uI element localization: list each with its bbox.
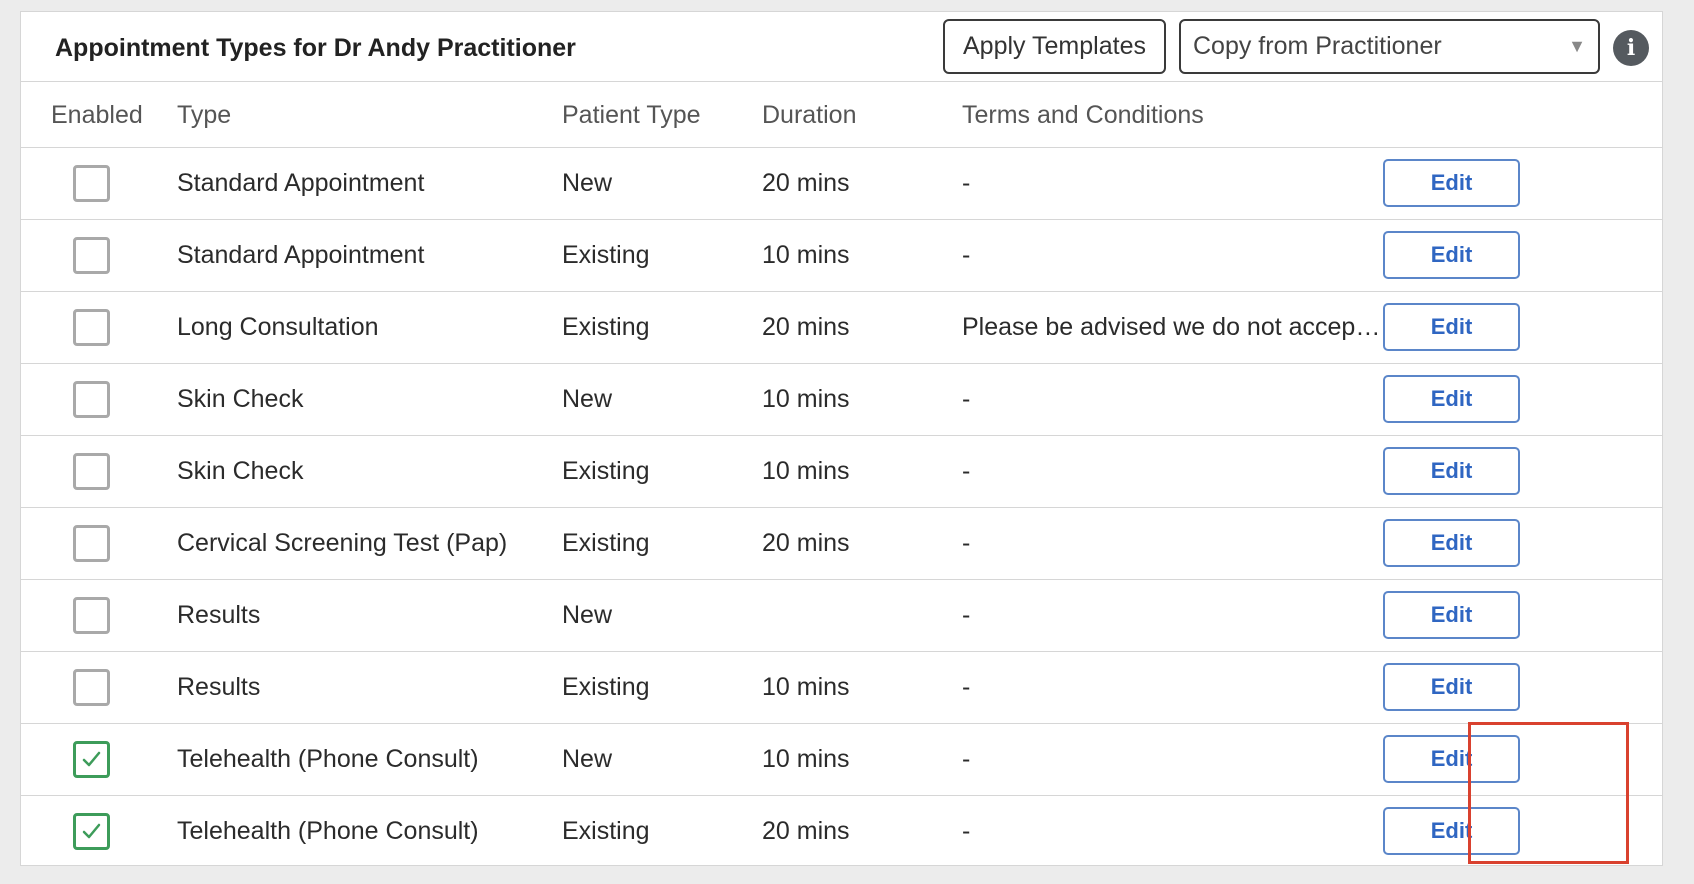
panel-header: Appointment Types for Dr Andy Practition… bbox=[21, 12, 1662, 82]
type-cell: Standard Appointment bbox=[177, 241, 425, 269]
apply-templates-button[interactable]: Apply Templates bbox=[943, 19, 1166, 74]
edit-button[interactable]: Edit bbox=[1383, 447, 1520, 495]
column-header-terms: Terms and Conditions bbox=[962, 101, 1204, 129]
edit-button[interactable]: Edit bbox=[1383, 519, 1520, 567]
column-header-duration: Duration bbox=[762, 101, 857, 129]
table-row: Standard Appointment Existing 10 mins - Edit bbox=[21, 220, 1662, 292]
table-row: Long Consultation Existing 20 mins Please b… bbox=[21, 292, 1662, 364]
duration-cell: 20 mins bbox=[762, 817, 850, 845]
patient-type-cell: Existing bbox=[562, 457, 650, 485]
patient-type-cell: New bbox=[562, 601, 613, 629]
patient-type-cell: Existing bbox=[562, 241, 650, 269]
enabled-checkbox[interactable] bbox=[73, 525, 110, 562]
table-row: Results Existing 10 mins - Edit bbox=[21, 652, 1662, 724]
enabled-checkbox[interactable] bbox=[73, 741, 110, 778]
duration-cell: 20 mins bbox=[762, 529, 850, 557]
duration-cell: 10 mins bbox=[762, 385, 850, 413]
terms-cell: - bbox=[962, 457, 971, 485]
table-row: Telehealth (Phone Consult) Existing 20 min… bbox=[21, 796, 1662, 868]
table-header: Enabled Type Patient Type Duration Terms… bbox=[21, 82, 1662, 148]
duration-cell: 20 mins bbox=[762, 169, 850, 197]
patient-type-cell: Existing bbox=[562, 673, 650, 701]
type-cell: Telehealth (Phone Consult) bbox=[177, 745, 479, 773]
patient-type-cell: Existing bbox=[562, 817, 650, 845]
type-cell: Results bbox=[177, 673, 261, 701]
patient-type-cell: New bbox=[562, 745, 613, 773]
enabled-checkbox[interactable] bbox=[73, 165, 110, 202]
edit-button[interactable]: Edit bbox=[1383, 375, 1520, 423]
enabled-checkbox[interactable] bbox=[73, 597, 110, 634]
appointment-types-panel: Appointment Types for Dr Andy Practition… bbox=[20, 11, 1663, 866]
check-icon bbox=[82, 751, 101, 767]
terms-cell: - bbox=[962, 673, 971, 701]
page-title: Appointment Types for Dr Andy Practition… bbox=[55, 34, 576, 62]
column-header-type: Type bbox=[177, 101, 232, 129]
appointment-types-table-body: Standard Appointment New 20 mins - Edit Stand… bbox=[21, 148, 1662, 868]
type-cell: Skin Check bbox=[177, 457, 304, 485]
edit-button[interactable]: Edit bbox=[1383, 303, 1520, 351]
enabled-checkbox[interactable] bbox=[73, 381, 110, 418]
table-row: Skin Check New 10 mins - Edit bbox=[21, 364, 1662, 436]
edit-button[interactable]: Edit bbox=[1383, 735, 1520, 783]
type-cell: Standard Appointment bbox=[177, 169, 425, 197]
duration-cell: 10 mins bbox=[762, 673, 850, 701]
patient-type-cell: New bbox=[562, 385, 613, 413]
type-cell: Telehealth (Phone Consult) bbox=[177, 817, 479, 845]
table-row: Skin Check Existing 10 mins - Edit bbox=[21, 436, 1662, 508]
patient-type-cell: Existing bbox=[562, 313, 650, 341]
terms-cell: - bbox=[962, 385, 971, 413]
table-row: Cervical Screening Test (Pap) Existing 20 … bbox=[21, 508, 1662, 580]
column-header-enabled: Enabled bbox=[51, 101, 143, 129]
patient-type-cell: Existing bbox=[562, 529, 650, 557]
terms-cell: - bbox=[962, 169, 971, 197]
terms-cell: - bbox=[962, 817, 971, 845]
chevron-down-icon: ▼ bbox=[1568, 36, 1586, 56]
terms-cell: - bbox=[962, 601, 971, 629]
check-icon bbox=[82, 823, 101, 839]
type-cell: Results bbox=[177, 601, 261, 629]
copy-select-value: Copy from Practitioner bbox=[1193, 32, 1442, 60]
duration-cell: 10 mins bbox=[762, 745, 850, 773]
type-cell: Cervical Screening Test (Pap) bbox=[177, 529, 508, 557]
type-cell: Skin Check bbox=[177, 385, 304, 413]
duration-cell: 20 mins bbox=[762, 313, 850, 341]
edit-button[interactable]: Edit bbox=[1383, 663, 1520, 711]
patient-type-cell: New bbox=[562, 169, 613, 197]
enabled-checkbox[interactable] bbox=[73, 309, 110, 346]
edit-button[interactable]: Edit bbox=[1383, 231, 1520, 279]
column-header-patient-type: Patient Type bbox=[562, 101, 701, 129]
terms-cell: - bbox=[962, 745, 971, 773]
edit-button[interactable]: Edit bbox=[1383, 807, 1520, 855]
terms-cell: Please be advised we do not accep… bbox=[962, 313, 1381, 341]
terms-cell: - bbox=[962, 241, 971, 269]
type-cell: Long Consultation bbox=[177, 313, 379, 341]
edit-button[interactable]: Edit bbox=[1383, 591, 1520, 639]
table-row: Results New - Edit bbox=[21, 580, 1662, 652]
table-row: Telehealth (Phone Consult) New 10 mins - Edi… bbox=[21, 724, 1662, 796]
terms-cell: - bbox=[962, 529, 971, 557]
info-icon[interactable]: i bbox=[1613, 30, 1649, 66]
duration-cell: 10 mins bbox=[762, 241, 850, 269]
edit-button[interactable]: Edit bbox=[1383, 159, 1520, 207]
enabled-checkbox[interactable] bbox=[73, 237, 110, 274]
copy-from-practitioner-select[interactable]: Copy from Practitioner ▼ bbox=[1179, 19, 1600, 74]
enabled-checkbox[interactable] bbox=[73, 669, 110, 706]
enabled-checkbox[interactable] bbox=[73, 813, 110, 850]
duration-cell: 10 mins bbox=[762, 457, 850, 485]
table-row: Standard Appointment New 20 mins - Edit bbox=[21, 148, 1662, 220]
enabled-checkbox[interactable] bbox=[73, 453, 110, 490]
